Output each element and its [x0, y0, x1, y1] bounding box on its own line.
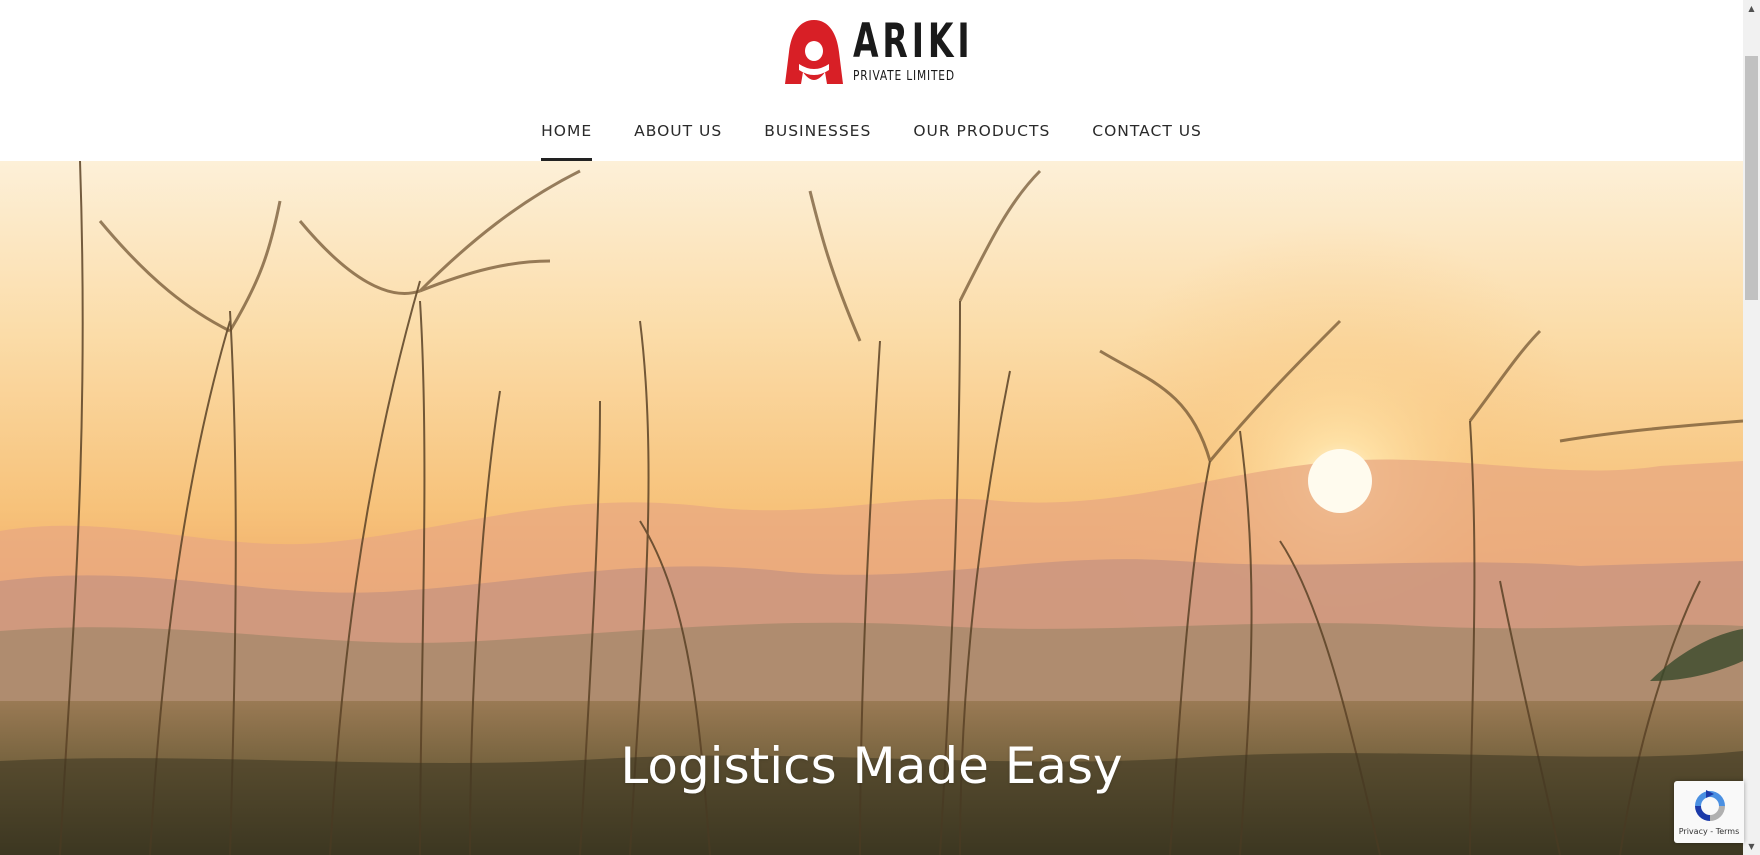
scroll-down-arrow-icon[interactable]: ▼: [1743, 838, 1760, 855]
recaptcha-terms-link[interactable]: Terms: [1716, 827, 1740, 836]
brand-logo-link[interactable]: ARIKI PRIVATE LIMITED: [785, 16, 970, 88]
site-header: ARIKI PRIVATE LIMITED HOME ABOUT US BUSI…: [0, 0, 1743, 161]
nav-item-about-us[interactable]: ABOUT US: [634, 108, 722, 147]
scroll-up-arrow-icon[interactable]: ▲: [1743, 0, 1760, 17]
brand-subtitle: PRIVATE LIMITED: [853, 69, 955, 84]
recaptcha-icon: [1695, 790, 1725, 821]
recaptcha-separator: -: [1707, 827, 1716, 836]
hero-title: Logistics Made Easy: [620, 736, 1123, 795]
nav-item-our-products[interactable]: OUR PRODUCTS: [913, 108, 1050, 147]
recaptcha-privacy-link[interactable]: Privacy: [1679, 827, 1708, 836]
recaptcha-badge[interactable]: Privacy - Terms: [1674, 781, 1744, 843]
main-nav: HOME ABOUT US BUSINESSES OUR PRODUCTS CO…: [0, 108, 1743, 161]
nav-item-contact-us[interactable]: CONTACT US: [1092, 108, 1202, 147]
scrollbar-thumb[interactable]: [1745, 56, 1758, 300]
hero-banner: Logistics Made Easy: [0, 161, 1743, 855]
ariki-logo-icon: [785, 20, 843, 84]
brand-name: ARIKI: [853, 14, 974, 69]
page: ARIKI PRIVATE LIMITED HOME ABOUT US BUSI…: [0, 0, 1760, 855]
recaptcha-links: Privacy - Terms: [1674, 827, 1744, 836]
nav-item-businesses[interactable]: BUSINESSES: [764, 108, 871, 147]
page-scrollbar[interactable]: ▲ ▼: [1743, 0, 1760, 855]
nav-item-home[interactable]: HOME: [541, 108, 593, 161]
